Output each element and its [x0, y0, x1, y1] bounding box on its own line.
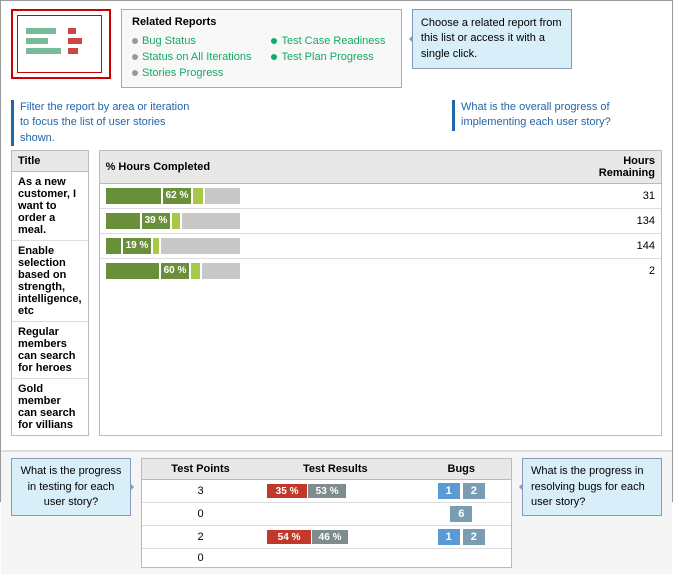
progress-bar-cell: 39 %	[100, 209, 483, 234]
test-table: Test Points Test Results Bugs 3 35 % 53 …	[141, 458, 512, 568]
testing-progress-callout: What is the progress in testing for each…	[11, 458, 131, 516]
test-points-header: Test Points	[142, 459, 259, 480]
table-row: 3 35 % 53 % 1 2	[142, 480, 511, 503]
table-row: 39 % 134	[100, 209, 661, 234]
test-bar-gray: 53 %	[308, 484, 346, 498]
bugs-cell: 1 2	[412, 480, 511, 503]
bar-light-green	[193, 188, 203, 204]
bar-dark-green	[106, 238, 121, 254]
test-results-header: Test Results	[259, 459, 411, 480]
filter-callout: Filter the report by area or iteration t…	[11, 100, 201, 146]
bullet-icon	[132, 38, 138, 44]
bullet-icon	[271, 54, 277, 60]
table-row: 19 % 144	[100, 234, 661, 259]
table-row: Gold member can search for villians	[12, 379, 88, 436]
bar-label: 62 %	[163, 188, 192, 204]
test-points-cell: 0	[142, 549, 259, 568]
bar-light-green	[153, 238, 159, 254]
story-cell: Enable selection based on strength, inte…	[12, 241, 88, 322]
test-results-cell	[259, 549, 411, 568]
progress-table: % Hours Completed Hours Remaining 62 % 3…	[99, 150, 662, 436]
test-points-cell: 3	[142, 480, 259, 503]
report-col-right: Test Case Readiness Test Plan Progress	[271, 33, 390, 81]
report-item-status-iterations[interactable]: Status on All Iterations	[132, 49, 251, 65]
table-row: 62 % 31	[100, 184, 661, 209]
story-cell: Gold member can search for villians	[12, 379, 88, 436]
bar-light-green	[191, 263, 200, 279]
test-results-cell: 35 % 53 %	[259, 480, 411, 503]
test-points-cell: 2	[142, 526, 259, 549]
hours-remaining-cell: 134	[483, 209, 661, 234]
test-results-cell	[259, 503, 411, 526]
report-preview-icon	[11, 9, 111, 79]
bar-label: 60 %	[161, 263, 190, 279]
table-row: Enable selection based on strength, inte…	[12, 241, 88, 322]
stories-table: Title As a new customer, I want to order…	[11, 150, 89, 436]
hours-remaining-cell: 2	[483, 259, 661, 284]
bar-gray	[161, 238, 240, 254]
stories-section: Title As a new customer, I want to order…	[1, 150, 672, 442]
test-bar-red: 54 %	[267, 530, 311, 544]
bullet-icon	[271, 38, 277, 44]
stories-title-header: Title	[12, 151, 88, 172]
bar-gray	[182, 213, 240, 229]
progress-bar-cell: 60 %	[100, 259, 483, 284]
hours-remaining-cell: 144	[483, 234, 661, 259]
test-table-wrap: Test Points Test Results Bugs 3 35 % 53 …	[141, 458, 512, 568]
bullet-icon	[132, 70, 138, 76]
report-item-test-plan-progress[interactable]: Test Plan Progress	[271, 49, 390, 65]
table-row: 0	[142, 549, 511, 568]
bug-box-steel: 2	[463, 529, 485, 545]
bullet-icon	[132, 54, 138, 60]
story-cell: As a new customer, I want to order a mea…	[12, 172, 88, 241]
bar-gray	[202, 263, 240, 279]
related-reports-box: Related Reports Bug Status Status on All…	[121, 9, 402, 88]
bugs-cell: 6	[412, 503, 511, 526]
table-row: As a new customer, I want to order a mea…	[12, 172, 88, 241]
bar-gray	[205, 188, 240, 204]
related-reports-title: Related Reports	[132, 16, 391, 28]
table-row: 2 54 % 46 % 1 2	[142, 526, 511, 549]
progress-bar-cell: 62 %	[100, 184, 483, 209]
test-bar-red: 35 %	[267, 484, 307, 498]
story-cell: Regular members can search for heroes	[12, 322, 88, 379]
hours-completed-header: % Hours Completed	[100, 151, 483, 184]
progress-bar-cell: 19 %	[100, 234, 483, 259]
bug-box-steel: 6	[450, 506, 472, 522]
bugs-cell: 1 2	[412, 526, 511, 549]
bug-box-blue: 1	[438, 483, 460, 499]
hours-remaining-cell: 31	[483, 184, 661, 209]
test-bar-gray: 46 %	[312, 530, 348, 544]
report-item-test-case-readiness[interactable]: Test Case Readiness	[271, 33, 390, 49]
bottom-section: What is the progress in testing for each…	[1, 450, 672, 574]
bar-label: 39 %	[142, 213, 171, 229]
bar-dark-green	[106, 263, 159, 279]
bar-light-green	[172, 213, 180, 229]
bugs-progress-callout: What is the progress in resolving bugs f…	[522, 458, 662, 516]
bar-dark-green	[106, 188, 161, 204]
top-section: Related Reports Bug Status Status on All…	[1, 1, 672, 96]
choose-report-callout: Choose a related report from this list o…	[412, 9, 572, 69]
progress-callout: What is the overall progress of implemen…	[452, 100, 662, 131]
report-item-stories-progress[interactable]: Stories Progress	[132, 65, 251, 81]
report-item-bug-status[interactable]: Bug Status	[132, 33, 251, 49]
mid-section: Filter the report by area or iteration t…	[1, 96, 672, 146]
bugs-header: Bugs	[412, 459, 511, 480]
table-row: 60 % 2	[100, 259, 661, 284]
bug-box-steel: 2	[463, 483, 485, 499]
test-points-cell: 0	[142, 503, 259, 526]
table-row: Regular members can search for heroes	[12, 322, 88, 379]
bug-box-blue: 1	[438, 529, 460, 545]
bar-dark-green	[106, 213, 140, 229]
report-col-left: Bug Status Status on All Iterations Stor…	[132, 33, 251, 81]
bugs-cell	[412, 549, 511, 568]
hours-remaining-header: Hours Remaining	[483, 151, 661, 184]
related-reports-grid: Bug Status Status on All Iterations Stor…	[132, 33, 391, 81]
table-row: 0 6	[142, 503, 511, 526]
bar-label: 19 %	[123, 238, 152, 254]
test-results-cell: 54 % 46 %	[259, 526, 411, 549]
